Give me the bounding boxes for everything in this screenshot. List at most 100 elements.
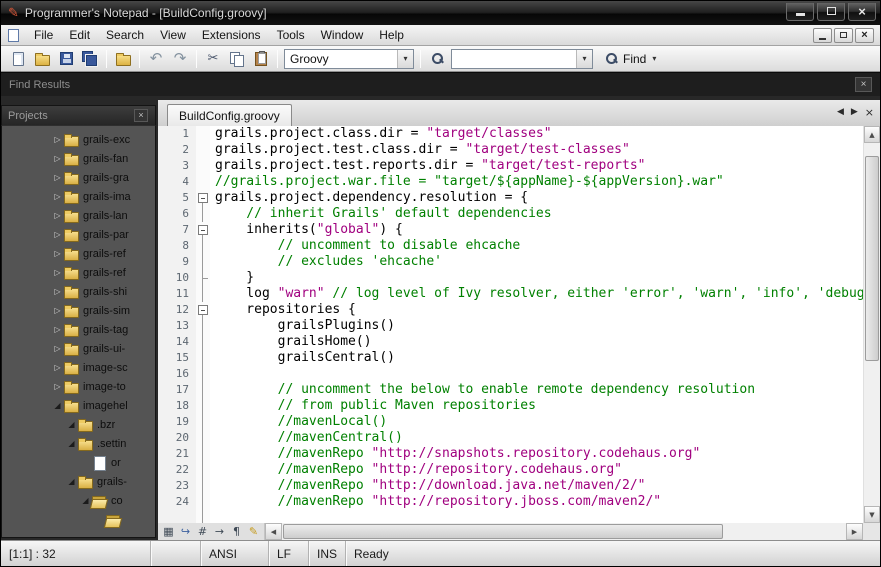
paste-button[interactable] [249, 48, 273, 70]
collapse-arrow-icon[interactable]: ◢ [66, 439, 77, 448]
menu-view[interactable]: View [152, 25, 194, 45]
close-button[interactable]: × [848, 2, 876, 21]
tree-item[interactable]: ▷ grails-tag [2, 320, 155, 339]
fold-toggle[interactable] [196, 222, 210, 238]
tree-item[interactable]: ▷ grails-fan [2, 149, 155, 168]
expand-arrow-icon[interactable]: ▷ [52, 363, 63, 372]
chevron-down-icon[interactable]: ▾ [576, 49, 592, 68]
horizontal-scroll-track[interactable] [282, 523, 846, 540]
code-lines[interactable]: 1 grails.project.class.dir = "target/clas… [158, 126, 863, 523]
word-wrap-icon[interactable]: ↪ [177, 523, 194, 540]
collapse-arrow-icon[interactable]: ◢ [80, 496, 91, 505]
collapse-arrow-icon[interactable]: ◢ [66, 477, 77, 486]
prev-tab-button[interactable]: ◀ [837, 107, 844, 119]
scroll-up-button[interactable]: ▲ [864, 126, 880, 143]
chevron-down-icon[interactable]: ▾ [397, 49, 413, 68]
tree-item[interactable]: ▷ grails-ima [2, 187, 155, 206]
horizontal-scrollbar[interactable]: ◀ ▶ [265, 523, 863, 540]
expand-arrow-icon[interactable]: ▷ [52, 173, 63, 182]
scroll-left-button[interactable]: ◀ [265, 523, 282, 540]
tree-item[interactable]: ▷ grails-gra [2, 168, 155, 187]
vertical-scroll-track[interactable] [864, 143, 880, 506]
line-number[interactable]: 4 [158, 174, 196, 190]
vertical-scrollbar[interactable]: ▲ ▼ [863, 126, 880, 523]
line-number[interactable]: 3 [158, 158, 196, 174]
maximize-button[interactable] [817, 2, 845, 21]
tree-item[interactable]: ▷ grails-ref [2, 244, 155, 263]
find-button[interactable]: Find ▾ [598, 48, 663, 70]
mdi-minimize-button[interactable] [813, 27, 832, 43]
line-numbers-icon[interactable]: # [194, 523, 211, 540]
whitespace-icon[interactable]: → [211, 523, 228, 540]
mdi-restore-button[interactable] [834, 27, 853, 43]
expand-arrow-icon[interactable]: ▷ [52, 211, 63, 220]
line-number[interactable]: 12 [158, 302, 196, 318]
new-file-button[interactable] [6, 48, 30, 70]
line-number[interactable]: 24 [158, 494, 196, 510]
line-number[interactable]: 7 [158, 222, 196, 238]
line-number[interactable]: 5 [158, 190, 196, 206]
tree-item[interactable]: ▷ grails-shi [2, 282, 155, 301]
find-in-files-button[interactable] [425, 48, 449, 70]
menu-help[interactable]: Help [371, 25, 412, 45]
menu-search[interactable]: Search [98, 25, 152, 45]
expand-arrow-icon[interactable]: ▷ [52, 344, 63, 353]
line-number[interactable]: 8 [158, 238, 196, 254]
expand-arrow-icon[interactable]: ▷ [52, 230, 63, 239]
menu-edit[interactable]: Edit [61, 25, 98, 45]
menu-extensions[interactable]: Extensions [194, 25, 269, 45]
save-button[interactable] [54, 48, 78, 70]
expand-arrow-icon[interactable]: ▷ [52, 268, 63, 277]
cut-button[interactable]: ✂ [201, 48, 225, 70]
line-number[interactable]: 10 [158, 270, 196, 286]
redo-button[interactable]: ↷ [168, 48, 192, 70]
tree-item[interactable]: ▷ grails-ui- [2, 339, 155, 358]
menu-file[interactable]: File [26, 25, 61, 45]
line-number[interactable]: 20 [158, 430, 196, 446]
line-number[interactable]: 1 [158, 126, 196, 142]
tree-item[interactable]: ◢ imagehel [2, 396, 155, 415]
tree-item[interactable]: ◢ co [2, 491, 155, 510]
bookmark-margin-icon[interactable]: ▦ [160, 523, 177, 540]
scheme-tools-icon[interactable]: ✎ [245, 523, 262, 540]
search-input[interactable] [452, 50, 576, 67]
line-number[interactable]: 17 [158, 382, 196, 398]
expand-arrow-icon[interactable]: ▷ [52, 306, 63, 315]
expand-arrow-icon[interactable]: ▷ [52, 382, 63, 391]
menu-window[interactable]: Window [313, 25, 372, 45]
fold-toggle[interactable] [196, 190, 210, 206]
line-endings-icon[interactable]: ¶ [228, 523, 245, 540]
undo-button[interactable]: ↶ [144, 48, 168, 70]
tree-item[interactable]: ▷ grails-ref [2, 263, 155, 282]
save-all-button[interactable] [78, 48, 102, 70]
horizontal-scroll-thumb[interactable] [283, 524, 723, 539]
line-number[interactable]: 16 [158, 366, 196, 382]
tree-item[interactable]: ◢ .settin [2, 434, 155, 453]
expand-arrow-icon[interactable]: ▷ [52, 154, 63, 163]
copy-button[interactable] [225, 48, 249, 70]
expand-arrow-icon[interactable]: ▷ [52, 249, 63, 258]
line-number[interactable]: 13 [158, 318, 196, 334]
open-project-button[interactable] [111, 48, 135, 70]
expand-arrow-icon[interactable]: ▷ [52, 287, 63, 296]
collapse-arrow-icon[interactable]: ◢ [52, 401, 63, 410]
line-number[interactable]: 18 [158, 398, 196, 414]
scroll-down-button[interactable]: ▼ [864, 506, 880, 523]
line-number[interactable]: 11 [158, 286, 196, 302]
line-number[interactable]: 6 [158, 206, 196, 222]
line-number[interactable]: 19 [158, 414, 196, 430]
scroll-right-button[interactable]: ▶ [846, 523, 863, 540]
projects-panel-header[interactable]: Projects × [1, 105, 156, 125]
vertical-scroll-thumb[interactable] [865, 156, 879, 361]
tree-item[interactable]: ▷ image-to [2, 377, 155, 396]
tree-item[interactable]: or [2, 453, 155, 472]
tree-item[interactable]: ▷ image-sc [2, 358, 155, 377]
tree-item[interactable]: ◢ grails- [2, 472, 155, 491]
expand-arrow-icon[interactable]: ▷ [52, 325, 63, 334]
line-number[interactable]: 22 [158, 462, 196, 478]
open-file-button[interactable] [30, 48, 54, 70]
find-dropdown-caret-icon[interactable]: ▾ [652, 54, 656, 63]
scheme-select[interactable]: Groovy ▾ [284, 48, 414, 69]
tree-item[interactable] [2, 510, 155, 529]
line-number[interactable]: 2 [158, 142, 196, 158]
